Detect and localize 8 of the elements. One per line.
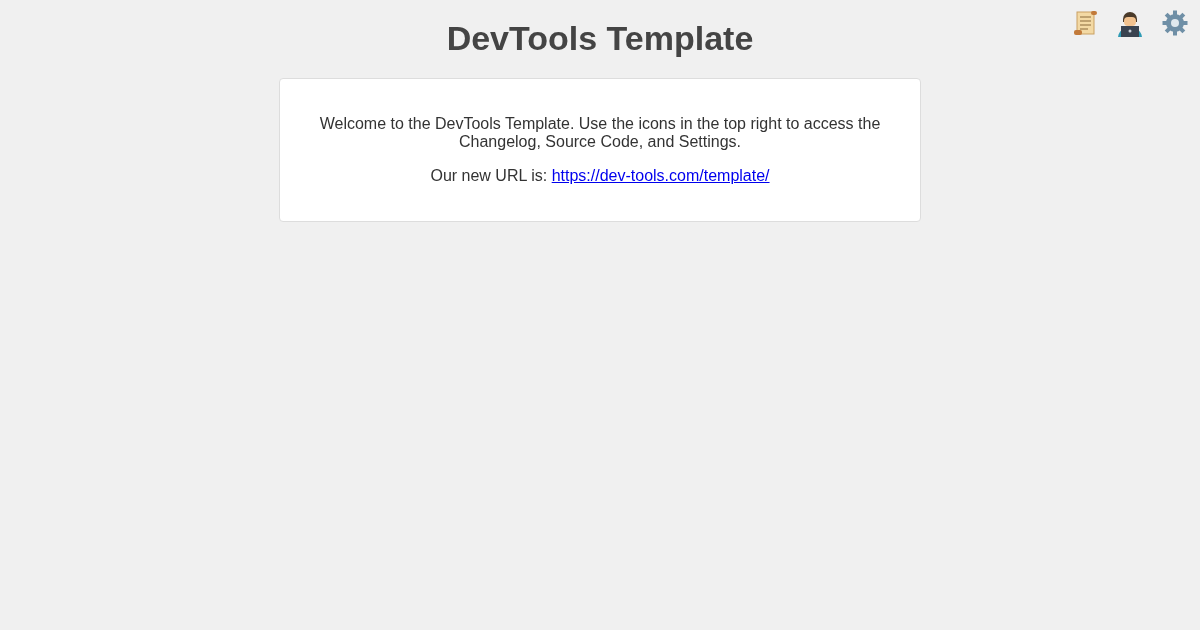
settings-button[interactable]: [1160, 8, 1190, 38]
settings-icon: [1161, 9, 1189, 37]
scroll-icon: [1071, 9, 1099, 37]
url-label: Our new URL is:: [430, 167, 548, 184]
intro-text: Welcome to the DevTools Template. Use the icons in the top right to access the Changelog, Source Code, and Settings.: [318, 115, 882, 151]
person-laptop-icon: [1115, 9, 1145, 37]
page-title: DevTools Template: [446, 18, 754, 58]
url-link[interactable]: https://dev-tools.com/template/: [551, 167, 770, 184]
